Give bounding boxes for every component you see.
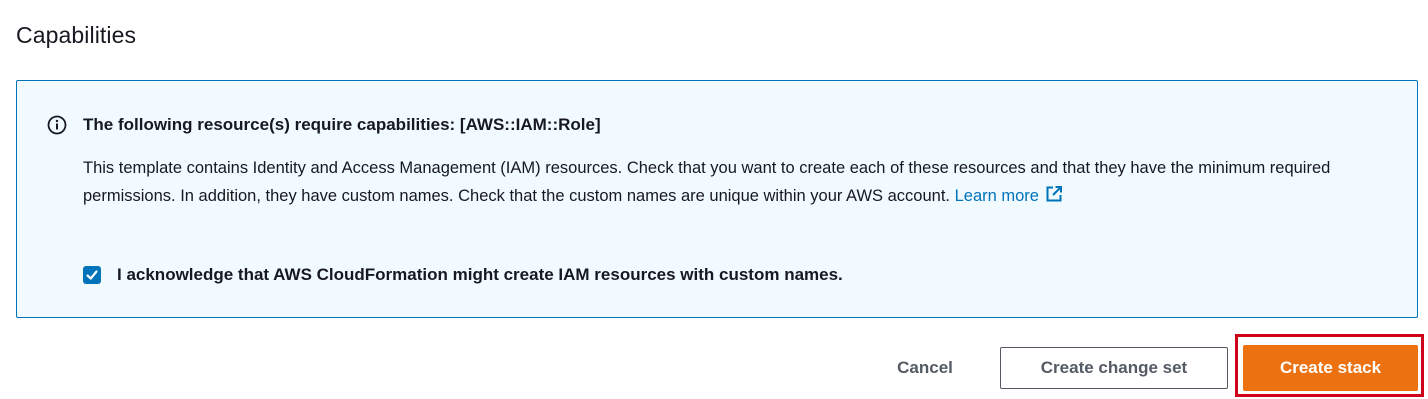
alert-body-text: This template contains Identity and Acce…	[83, 159, 1331, 205]
create-change-set-button[interactable]: Create change set	[1000, 347, 1228, 389]
capabilities-alert: The following resource(s) require capabi…	[16, 80, 1418, 318]
capabilities-page: Capabilities The following resource(s) r…	[0, 0, 1428, 399]
acknowledge-label[interactable]: I acknowledge that AWS CloudFormation mi…	[117, 265, 843, 285]
cancel-button[interactable]: Cancel	[870, 347, 980, 389]
learn-more-label: Learn more	[954, 187, 1039, 205]
info-circle-icon	[47, 115, 67, 135]
checkmark-icon	[86, 270, 98, 280]
section-title: Capabilities	[16, 22, 137, 48]
acknowledge-row: I acknowledge that AWS CloudFormation mi…	[83, 265, 843, 285]
create-stack-button[interactable]: Create stack	[1243, 345, 1418, 391]
external-link-icon	[1046, 186, 1062, 202]
alert-body: This template contains Identity and Acce…	[83, 154, 1393, 210]
acknowledge-checkbox[interactable]	[83, 266, 101, 284]
learn-more-link[interactable]: Learn more	[954, 186, 1063, 205]
alert-heading: The following resource(s) require capabi…	[83, 115, 601, 134]
